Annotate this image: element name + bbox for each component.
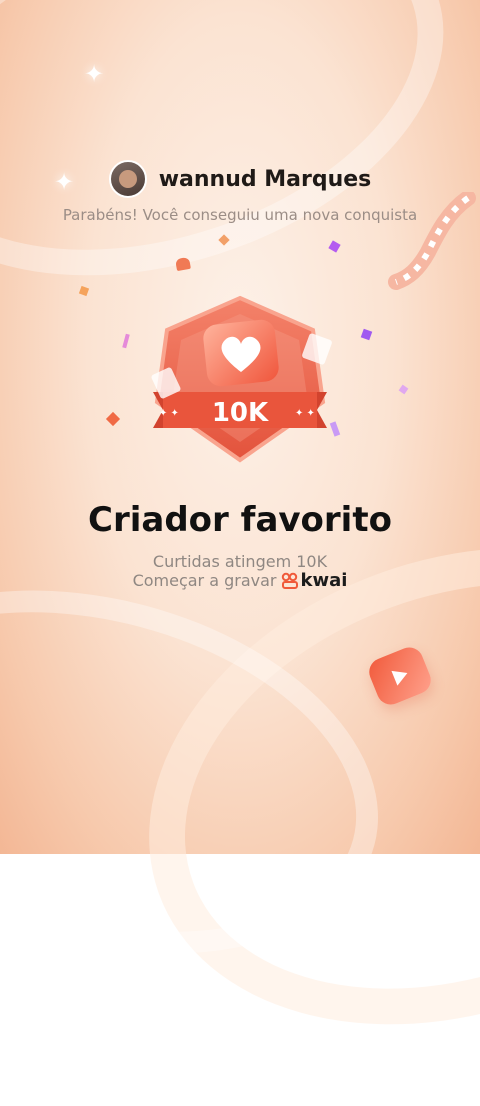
congrats-message: Parabéns! Você conseguiu uma nova conqui… [62, 206, 418, 224]
sparkle-icon: ✦ [84, 60, 105, 88]
achievement-badge: ✦ ✦ ✦ ✦ 10K [151, 295, 332, 463]
svg-text:✦ ✦: ✦ ✦ [295, 408, 315, 419]
achievement-subtitle: Curtidas atingem 10K [152, 552, 328, 571]
achievement-title: Criador favorito [88, 500, 392, 540]
kwai-brand-text: kwai [300, 570, 348, 591]
username: wannud Marques [158, 166, 372, 192]
kwai-logo-icon [281, 572, 298, 589]
cta-text: Começar a gravar [132, 571, 277, 590]
badge-count: 10K [212, 398, 269, 428]
kwai-logo: kwai [281, 570, 348, 591]
svg-text:✦ ✦: ✦ ✦ [159, 408, 179, 419]
cta-row[interactable]: Começar a gravar kwai [0, 570, 480, 591]
confetti [175, 256, 191, 272]
avatar[interactable] [108, 160, 147, 198]
user-header: wannud Marques [0, 160, 480, 198]
